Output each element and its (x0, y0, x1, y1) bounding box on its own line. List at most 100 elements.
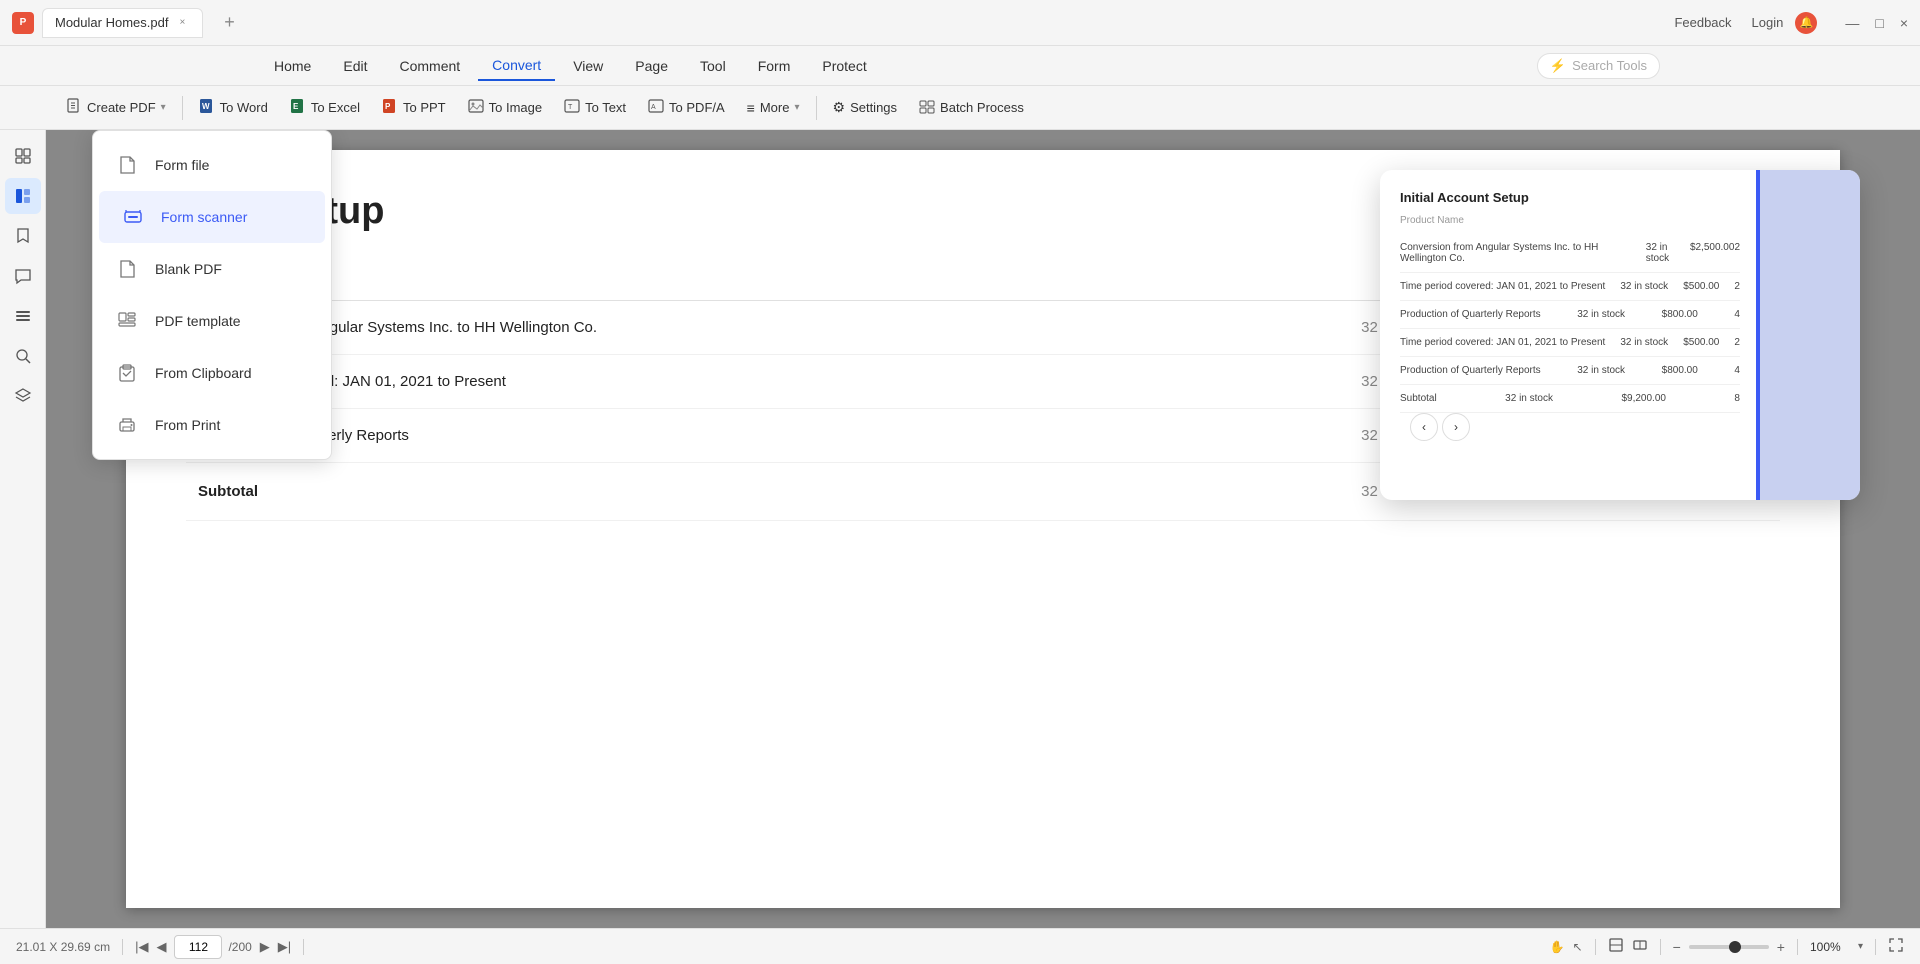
minimize-button[interactable]: — (1845, 16, 1859, 30)
thumb-row-5: Production of Quarterly Reports 32 in st… (1400, 357, 1740, 385)
settings-label: Settings (850, 100, 897, 115)
dropdown-from-print[interactable]: From Print (93, 399, 331, 451)
batch-process-button[interactable]: Batch Process (909, 92, 1034, 123)
slider-track (1689, 945, 1769, 949)
to-word-label: To Word (220, 100, 268, 115)
zoom-slider[interactable] (1689, 945, 1769, 949)
to-text-label: To Text (585, 100, 626, 115)
zoom-dropdown-arrow[interactable]: ▾ (1858, 941, 1863, 952)
active-tab[interactable]: Modular Homes.pdf × (42, 8, 203, 38)
status-sep-4 (1660, 939, 1661, 955)
feedback-button[interactable]: Feedback (1666, 11, 1739, 34)
more-label: More (760, 100, 790, 115)
svg-text:T: T (568, 104, 573, 111)
fit-page-icon[interactable] (1608, 937, 1624, 956)
page-number-input[interactable]: 112 (174, 935, 222, 959)
form-file-icon (113, 151, 141, 179)
menu-form[interactable]: Form (744, 52, 805, 80)
zoom-out-icon[interactable]: − (1673, 939, 1681, 955)
to-excel-button[interactable]: E To Excel (280, 92, 370, 123)
to-pdfa-button[interactable]: A To PDF/A (638, 92, 735, 123)
login-button[interactable]: Login (1752, 15, 1784, 30)
menu-comment[interactable]: Comment (385, 52, 474, 80)
more-button[interactable]: ≡ More ▾ (737, 94, 810, 122)
sidebar-icon-comment[interactable] (5, 258, 41, 294)
tab-filename: Modular Homes.pdf (55, 15, 168, 30)
menu-page[interactable]: Page (621, 52, 682, 80)
add-tab-button[interactable]: + (215, 9, 243, 37)
sidebar-icon-layers[interactable] (5, 298, 41, 334)
to-ppt-icon: P (382, 98, 398, 117)
svg-text:P: P (385, 102, 391, 111)
search-tools-input[interactable]: ⚡ Search Tools (1537, 53, 1660, 79)
sidebar-icon-stack[interactable] (5, 378, 41, 414)
from-clipboard-label: From Clipboard (155, 365, 251, 381)
menu-convert[interactable]: Convert (478, 51, 555, 81)
row1-name: Conversion from Angular Systems Inc. to … (186, 301, 1213, 355)
to-pdfa-label: To PDF/A (669, 100, 725, 115)
fit-width-icon[interactable] (1632, 937, 1648, 956)
dropdown-pdf-template[interactable]: PDF template (93, 295, 331, 347)
prev-page-button[interactable]: ◀ (156, 939, 166, 955)
from-print-label: From Print (155, 417, 220, 433)
zoom-in-icon[interactable]: + (1777, 939, 1785, 955)
dropdown-form-file[interactable]: Form file (93, 139, 331, 191)
menu-home[interactable]: Home (260, 52, 325, 80)
settings-icon: ⚙ (833, 99, 846, 116)
sidebar-icon-pages[interactable] (5, 138, 41, 174)
to-ppt-button[interactable]: P To PPT (372, 92, 456, 123)
settings-button[interactable]: ⚙ Settings (823, 93, 908, 122)
row4-name: Subtotal (186, 463, 1213, 521)
main-layout: ount Setup Stock Conversion from Angular… (0, 130, 1920, 928)
dropdown-from-clipboard[interactable]: From Clipboard (93, 347, 331, 399)
thumb-subtitle: Product Name (1400, 215, 1740, 226)
fullscreen-icon[interactable] (1888, 937, 1904, 956)
notification-icon[interactable]: 🔔 (1795, 12, 1817, 34)
sidebar-icon-bookmark[interactable] (5, 218, 41, 254)
menu-edit[interactable]: Edit (329, 52, 381, 80)
to-text-button[interactable]: T To Text (554, 92, 636, 123)
thumb-row-3: Production of Quarterly Reports 32 in st… (1400, 301, 1740, 329)
batch-process-icon (919, 98, 935, 117)
status-sep-1 (122, 939, 123, 955)
status-sep-2 (303, 939, 304, 955)
create-pdf-button[interactable]: Create PDF ▾ (56, 92, 176, 123)
next-page-button[interactable]: ▶ (260, 939, 270, 955)
blank-pdf-label: Blank PDF (155, 261, 222, 277)
prev-arrow[interactable]: ‹ (1410, 413, 1438, 441)
svg-text:A: A (651, 104, 656, 111)
page-dimensions: 21.01 X 29.69 cm (16, 940, 110, 954)
to-text-icon: T (564, 98, 580, 117)
menu-view[interactable]: View (559, 52, 617, 80)
from-clipboard-icon (113, 359, 141, 387)
col-product (186, 263, 1213, 301)
thumb-row-2: Time period covered: JAN 01, 2021 to Pre… (1400, 273, 1740, 301)
select-tool-icon[interactable]: ↖ (1573, 940, 1583, 954)
close-window-button[interactable]: × (1900, 16, 1908, 30)
tab-close-button[interactable]: × (174, 15, 190, 31)
thumb-title: Initial Account Setup (1400, 190, 1740, 205)
hand-tool-icon[interactable]: ✋ (1550, 940, 1565, 954)
batch-process-label: Batch Process (940, 100, 1024, 115)
dropdown-form-scanner[interactable]: Form scanner (99, 191, 325, 243)
first-page-button[interactable]: |◀ (135, 939, 148, 955)
to-word-button[interactable]: W To Word (189, 92, 278, 123)
titlebar-left: P Modular Homes.pdf × + (12, 8, 243, 38)
svg-text:W: W (202, 102, 210, 111)
sidebar-icon-grid[interactable] (5, 178, 41, 214)
more-icon: ≡ (747, 100, 755, 116)
next-arrow[interactable]: › (1442, 413, 1470, 441)
sidebar-icon-search[interactable] (5, 338, 41, 374)
to-excel-icon: E (290, 98, 306, 117)
thumb-sidebar-accent (1760, 170, 1860, 500)
create-pdf-icon (66, 98, 82, 117)
to-image-button[interactable]: To Image (458, 92, 552, 123)
page-total: /200 (228, 940, 251, 954)
dropdown-blank-pdf[interactable]: Blank PDF (93, 243, 331, 295)
last-page-button[interactable]: ▶| (278, 939, 291, 955)
to-pdfa-icon: A (648, 98, 664, 117)
menu-protect[interactable]: Protect (808, 52, 880, 80)
to-excel-label: To Excel (311, 100, 360, 115)
maximize-button[interactable]: □ (1875, 16, 1883, 30)
menu-tool[interactable]: Tool (686, 52, 740, 80)
